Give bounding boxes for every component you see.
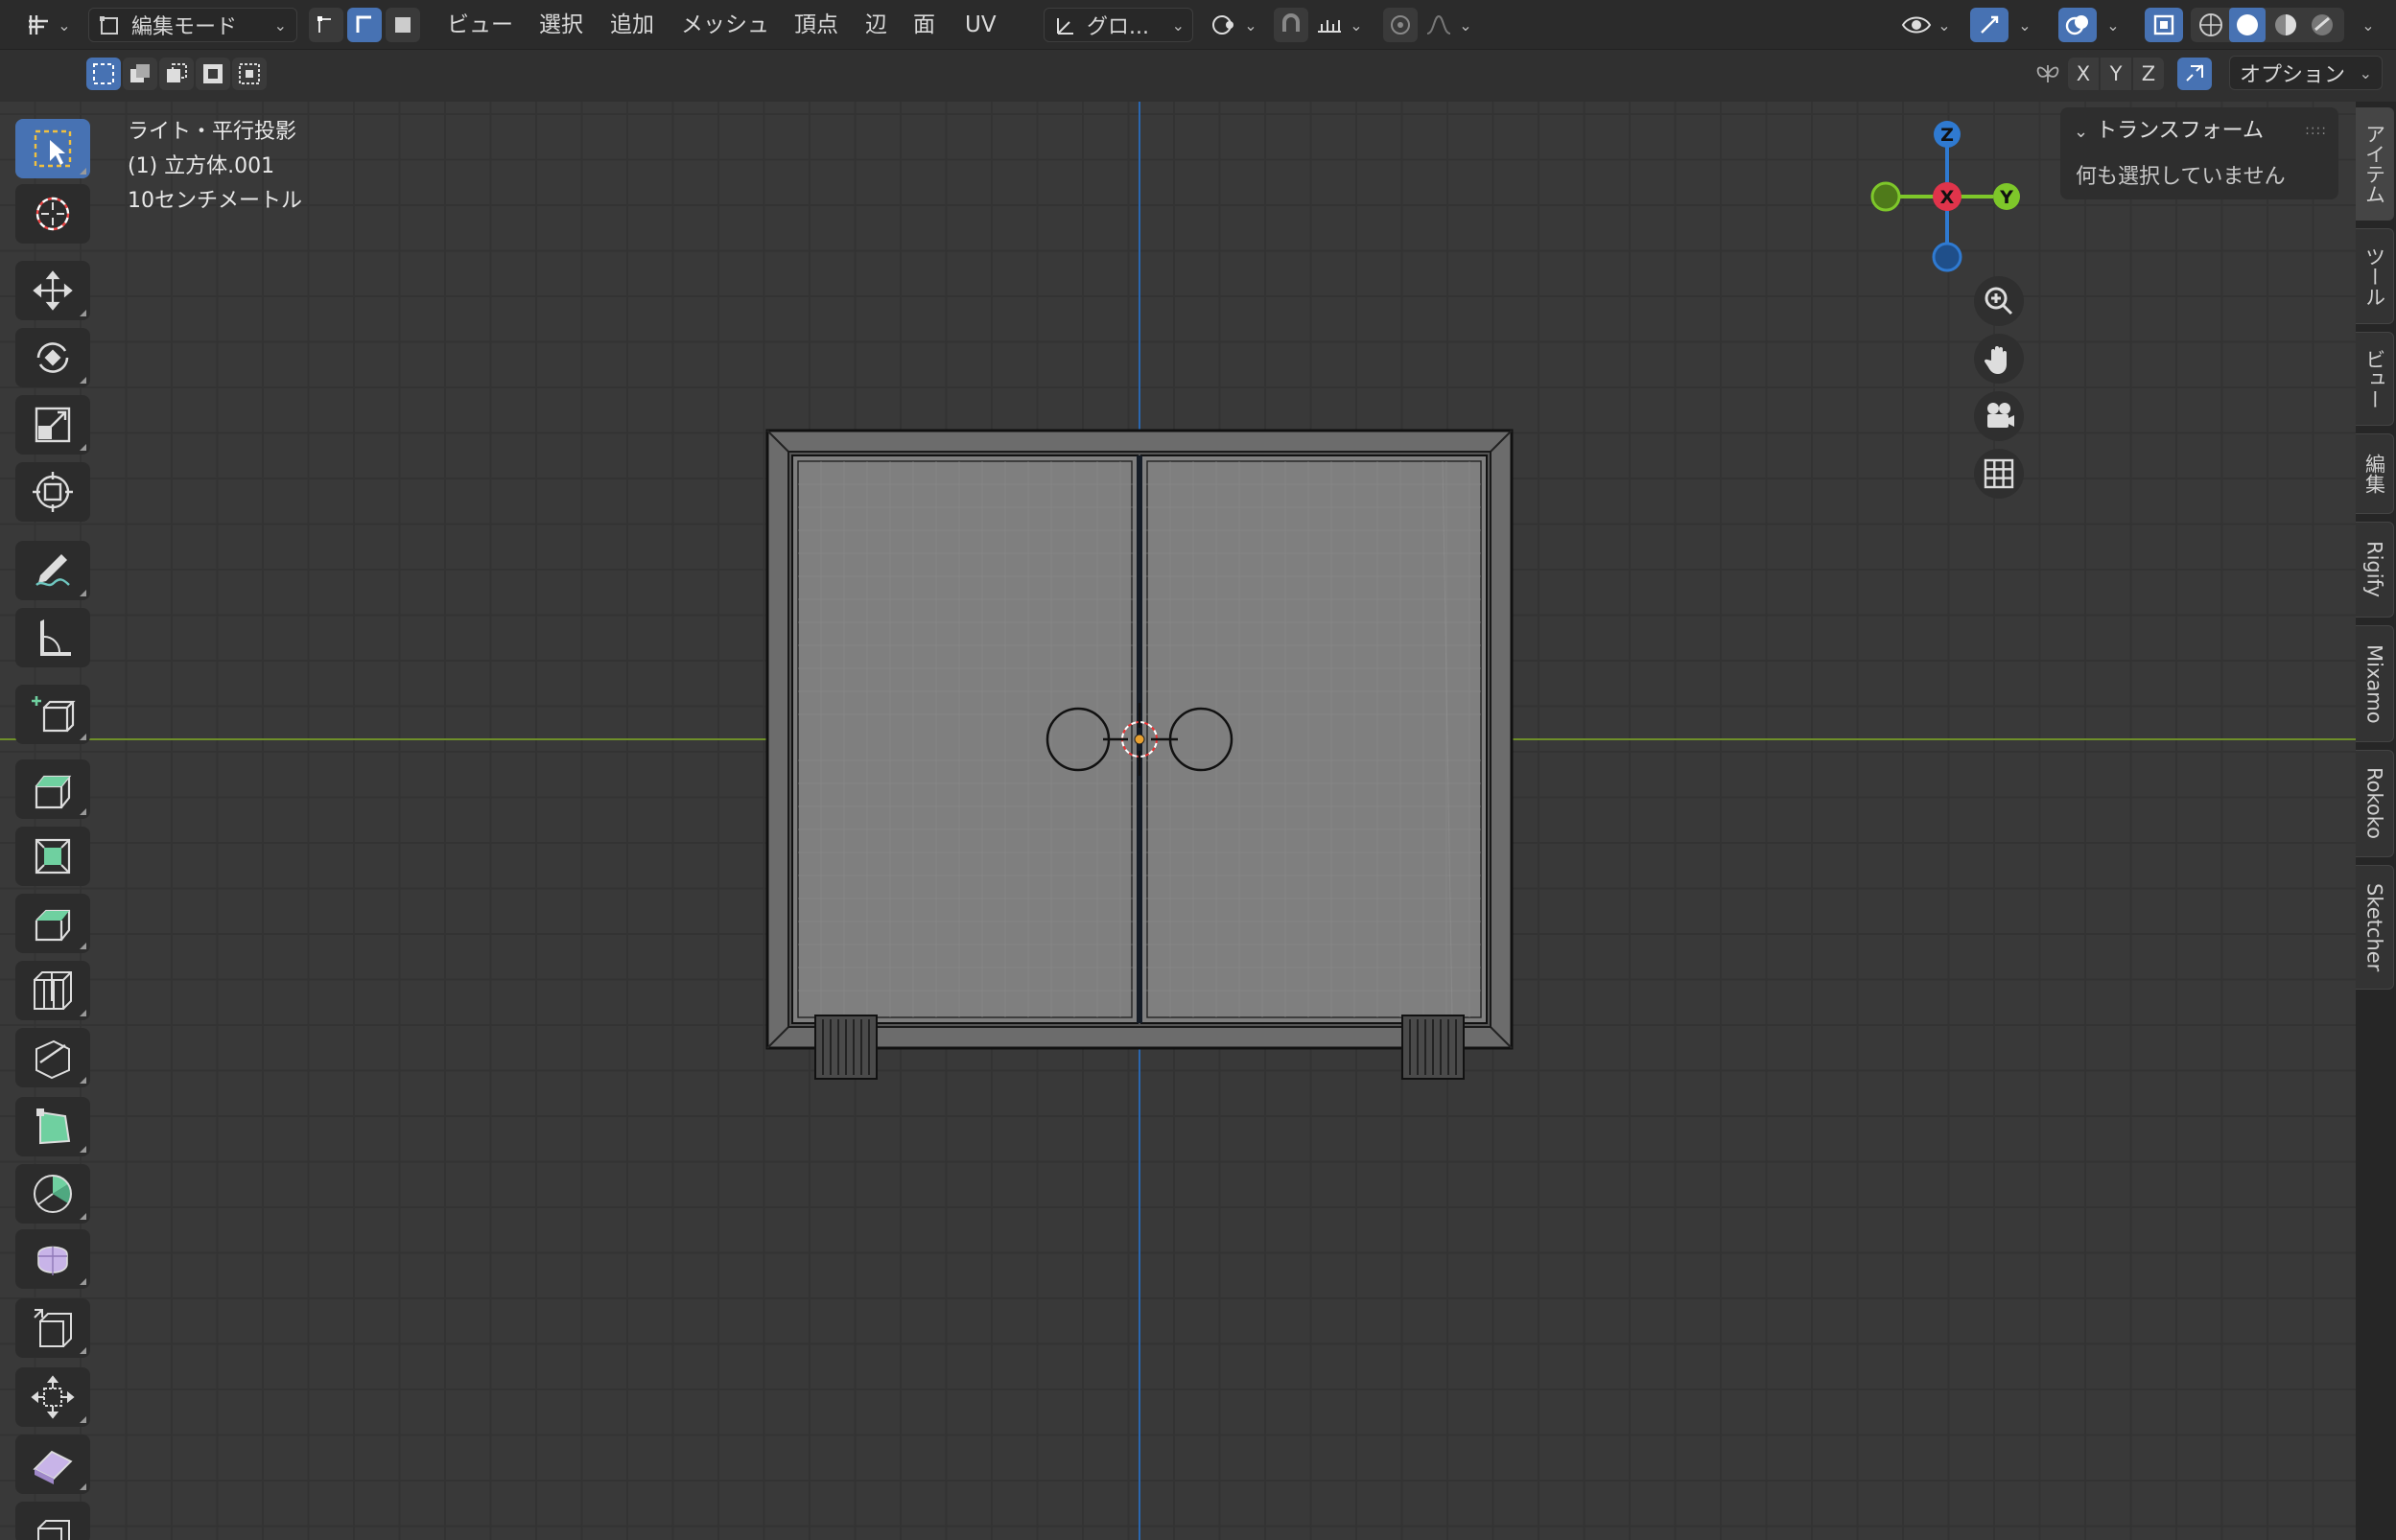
tab-rigify[interactable]: Rigify: [2356, 522, 2394, 618]
grid-icon: [1984, 458, 2014, 489]
tool-annotate[interactable]: [15, 541, 90, 600]
knife-icon: [35, 1039, 70, 1080]
gizmo-neg-y[interactable]: [1870, 181, 1901, 212]
scale-icon: [35, 407, 71, 443]
move-icon: [33, 270, 73, 311]
tool-knife[interactable]: [15, 1028, 90, 1087]
foot-left[interactable]: [814, 1015, 878, 1080]
tab-mixamo-label: Mixamo: [2362, 643, 2386, 724]
annotate-pencil-icon: [35, 554, 70, 587]
hand-icon: [1984, 346, 2007, 374]
foot-right[interactable]: [1401, 1015, 1465, 1080]
gizmo-neg-z[interactable]: [1932, 242, 1962, 272]
tab-edit[interactable]: 編集: [2356, 433, 2394, 514]
select-box-icon: [34, 129, 72, 168]
view-name: ライト・平行投影: [128, 120, 297, 144]
tool-move[interactable]: [15, 261, 90, 320]
tool-add-cube[interactable]: [15, 685, 90, 744]
transform-panel-header[interactable]: ⌄ トランスフォーム: [2074, 113, 2264, 144]
tool-scale[interactable]: [15, 395, 90, 455]
transform-panel-title: トランスフォーム: [2096, 119, 2264, 143]
tool-rip[interactable]: [15, 1502, 90, 1540]
edge-slide-icon: [34, 1309, 72, 1347]
collapse-chevron-icon: ⌄: [2074, 122, 2089, 142]
shrink-fatten-icon: [31, 1375, 75, 1419]
drag-grip-icon[interactable]: ::::: [2305, 123, 2327, 138]
bevel-icon: [35, 909, 71, 942]
tab-rokoko[interactable]: Rokoko: [2356, 750, 2394, 857]
rip-icon: [37, 1520, 70, 1540]
loop-cut-icon: [34, 971, 72, 1010]
tool-select-box[interactable]: [15, 119, 90, 178]
perspective-toggle-button[interactable]: [1974, 449, 2024, 499]
pan-button[interactable]: [1974, 334, 2024, 384]
extrude-icon: [35, 775, 72, 809]
transform-panel-body: 何も選択していません: [2076, 165, 2286, 189]
tab-item-label: アイテム: [2362, 124, 2386, 204]
zoom-magnifier-icon: [1985, 287, 2013, 315]
camera-icon: [1987, 403, 2014, 428]
tool-poly-build[interactable]: [15, 1097, 90, 1156]
tab-edit-label: 編集: [2362, 454, 2386, 494]
shear-icon: [33, 1450, 73, 1484]
tool-smooth[interactable]: [15, 1229, 90, 1289]
tab-sketcher[interactable]: Sketcher: [2356, 865, 2394, 990]
inset-icon: [35, 838, 71, 875]
tab-tool-label: ツール: [2362, 245, 2386, 307]
tab-rigify-label: Rigify: [2362, 541, 2386, 598]
tool-inset[interactable]: [15, 827, 90, 886]
viewport-info: ライト・平行投影 (1) 立方体.001 10センチメートル: [128, 115, 302, 219]
measure-ruler-icon: [40, 619, 71, 656]
gizmo-y-label: Y: [1999, 187, 2013, 208]
tool-cursor[interactable]: [15, 184, 90, 244]
navigation-gizmo[interactable]: Z X: [1859, 113, 1993, 276]
camera-view-button[interactable]: [1974, 391, 2024, 441]
spin-icon: [34, 1175, 72, 1213]
cursor-icon: [35, 197, 70, 231]
poly-build-icon: [36, 1108, 71, 1145]
zoom-button[interactable]: [1974, 276, 2024, 326]
tool-measure[interactable]: [15, 608, 90, 667]
gizmo-x-label: X: [1940, 187, 1955, 208]
mesh-cabinet[interactable]: [0, 0, 2356, 1540]
tab-view[interactable]: ビュー: [2356, 332, 2394, 426]
tab-sketcher-label: Sketcher: [2362, 882, 2386, 972]
tool-shear[interactable]: [15, 1435, 90, 1494]
grid-scale: 10センチメートル: [128, 189, 302, 213]
rotate-icon: [36, 342, 69, 373]
tool-extrude[interactable]: [15, 759, 90, 819]
add-cube-icon: [32, 696, 76, 733]
tool-rotate[interactable]: [15, 328, 90, 387]
sidebar-tabs: アイテム ツール ビュー 編集 Rigify Mixamo Rokoko Ske…: [2356, 102, 2396, 1540]
tab-rokoko-label: Rokoko: [2362, 767, 2386, 840]
smooth-icon: [37, 1246, 68, 1275]
tool-spin[interactable]: [15, 1164, 90, 1224]
transform-icon: [33, 472, 73, 512]
tab-item[interactable]: アイテム: [2356, 107, 2394, 221]
gizmo-z-label: Z: [1940, 125, 1954, 146]
tool-loop-cut[interactable]: [15, 961, 90, 1020]
tool-shrink-fatten[interactable]: [15, 1367, 90, 1427]
tool-edge-slide[interactable]: [15, 1298, 90, 1358]
transform-panel: ⌄ トランスフォーム :::: 何も選択していません: [2060, 107, 2338, 199]
object-name: (1) 立方体.001: [128, 154, 275, 178]
tool-bevel[interactable]: [15, 894, 90, 953]
gizmo-y[interactable]: Y: [1993, 183, 2028, 210]
tab-mixamo[interactable]: Mixamo: [2356, 625, 2394, 742]
tab-tool[interactable]: ツール: [2356, 228, 2394, 324]
tool-transform[interactable]: [15, 462, 90, 522]
tab-view-label: ビュー: [2362, 348, 2386, 409]
